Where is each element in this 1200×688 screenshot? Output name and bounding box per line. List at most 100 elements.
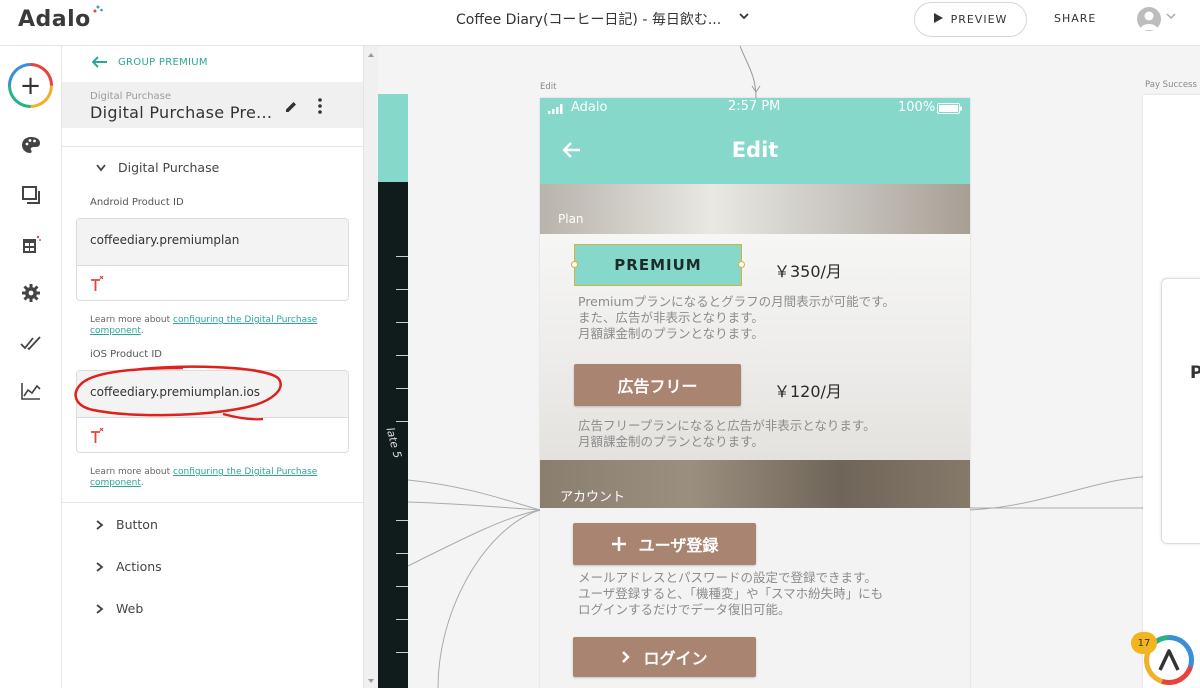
android-product-id-label: Android Product ID: [90, 197, 184, 208]
component-header: Digital Purchase Digital Purchase Pre...: [62, 82, 363, 128]
register-button[interactable]: ユーザ登録: [573, 523, 756, 565]
edit-screen[interactable]: Adalo 2:57 PM 100% Edit Plan PREMIUM ￥35…: [540, 98, 970, 688]
section-digital-purchase[interactable]: Digital Purchase: [96, 160, 219, 175]
component-type: Digital Purchase: [90, 91, 172, 102]
register-label: ユーザ登録: [638, 536, 719, 555]
scroll-up-icon[interactable]: [364, 50, 378, 60]
ios-product-id-value[interactable]: coffeediary.premiumplan.ios: [77, 371, 348, 418]
magic-text-icon[interactable]: [89, 427, 105, 445]
chevron-down-icon[interactable]: [738, 10, 750, 26]
desc-line: 月額課金制のプランとなります。: [578, 434, 764, 449]
component-name[interactable]: Digital Purchase Pre...: [90, 103, 272, 122]
preview-button[interactable]: PREVIEW: [914, 2, 1027, 37]
account-chevron-down-icon[interactable]: [1166, 12, 1176, 23]
desc-line: 月額課金制のプランとなります。: [578, 326, 764, 341]
pencil-edit-icon[interactable]: [284, 100, 298, 114]
chevron-down-icon: [96, 163, 106, 171]
chevron-right-icon: [96, 519, 104, 530]
ruler-tick: [396, 388, 408, 389]
add-component-button[interactable]: +: [8, 63, 53, 108]
login-label: ログイン: [643, 649, 708, 668]
signal-icon: [548, 104, 563, 114]
left-screen-thumbnail[interactable]: [378, 94, 408, 688]
left-toolbar: +: [0, 46, 62, 688]
notification-badge[interactable]: 17: [1131, 632, 1157, 654]
adalo-logo[interactable]: Adalo: [18, 7, 91, 32]
register-description: メールアドレスとパスワードの設定で登録できます。 ユーザ登録すると、「機種変」や…: [578, 570, 883, 618]
database-icon[interactable]: [20, 234, 42, 256]
desc-line: メールアドレスとパスワードの設定で登録できます。: [578, 570, 877, 585]
section-button[interactable]: Button: [96, 517, 158, 532]
panel-scrollbar[interactable]: [363, 46, 378, 688]
resize-handle[interactable]: [738, 261, 745, 268]
plus-icon: +: [11, 66, 50, 105]
ruler-tick: [396, 322, 408, 323]
back-to-group-link[interactable]: GROUP PREMIUM: [92, 56, 208, 68]
learn-suffix: .: [140, 478, 144, 488]
android-product-id-field[interactable]: coffeediary.premiumplan: [76, 218, 349, 301]
ruler-tick: [396, 520, 408, 521]
adfree-price: ￥120/月: [774, 382, 842, 401]
divider: [62, 146, 363, 147]
settings-gear-icon[interactable]: [20, 282, 42, 304]
share-button[interactable]: SHARE: [1054, 12, 1096, 25]
login-button[interactable]: ログイン: [573, 637, 756, 677]
battery-percent: 100%: [898, 100, 936, 115]
plan-label: Plan: [558, 212, 584, 226]
screens-icon[interactable]: [20, 184, 42, 206]
plus-icon: [611, 537, 626, 551]
desc-line: ユーザ登録すると、「機種変」や「スマホ紛失時」にも: [578, 586, 884, 601]
section-label: Button: [116, 517, 158, 532]
learn-prefix: Learn more about: [90, 467, 174, 477]
plan-header-image: Plan: [540, 184, 970, 234]
app-bar: Edit: [540, 118, 970, 184]
project-title[interactable]: Coffee Diary(コーヒー日記) - 毎日飲む...: [456, 9, 721, 29]
component-settings-panel: GROUP PREMIUM Digital Purchase Digital P…: [62, 46, 363, 688]
left-screen-header: [378, 94, 408, 182]
carrier-name: Adalo: [571, 100, 608, 115]
premium-description: Premiumプランになるとグラフの月間表示が可能です。 また、広告が非表示とな…: [578, 294, 895, 342]
desc-line: Premiumプランになるとグラフの月間表示が可能です。: [578, 294, 895, 309]
learn-suffix: .: [140, 326, 144, 336]
section-label: Actions: [116, 559, 162, 574]
adfree-label: 広告フリー: [617, 377, 698, 396]
screen-label-edit[interactable]: Edit: [540, 82, 556, 92]
card-letter: P: [1190, 363, 1200, 383]
ruler-tick: [396, 421, 408, 422]
screen-label-pay-success[interactable]: Pay Success: [1145, 80, 1197, 90]
status-bar: Adalo 2:57 PM 100%: [540, 98, 970, 118]
desc-line: また、広告が非表示となります。: [578, 310, 764, 325]
chevron-right-icon: [96, 561, 104, 572]
more-vertical-icon[interactable]: [316, 97, 324, 115]
status-time: 2:57 PM: [728, 99, 781, 114]
back-label: GROUP PREMIUM: [118, 56, 208, 68]
scroll-down-icon[interactable]: [364, 676, 378, 686]
analytics-chart-icon[interactable]: [20, 380, 42, 402]
premium-purchase-button[interactable]: PREMIUM: [574, 244, 742, 286]
palette-icon[interactable]: [20, 134, 42, 156]
adfree-description: 広告フリープランになると広告が非表示となります。 月額課金制のプランとなります。: [578, 418, 876, 450]
pay-success-card[interactable]: P: [1161, 278, 1200, 544]
preview-label: PREVIEW: [950, 13, 1008, 26]
divider: [62, 502, 363, 503]
ios-product-id-field[interactable]: coffeediary.premiumplan.ios: [76, 370, 349, 453]
play-icon: [933, 13, 943, 26]
user-avatar-icon[interactable]: [1137, 7, 1161, 31]
screen-title: Edit: [731, 138, 779, 162]
publish-double-check-icon[interactable]: [20, 332, 42, 354]
account-label: アカウント: [560, 490, 626, 505]
desc-line: ログインするだけでデータ復旧可能。: [578, 602, 791, 617]
design-canvas[interactable]: late 5 Edit Pay Success Adalo 2:57 PM 10…: [378, 46, 1200, 688]
ios-learn-more: Learn more about configuring the Digital…: [90, 467, 350, 489]
ios-product-id-label: iOS Product ID: [90, 349, 162, 360]
battery-icon: [937, 103, 962, 114]
adfree-purchase-button[interactable]: 広告フリー: [574, 364, 741, 406]
magic-text-icon[interactable]: [89, 275, 105, 293]
section-web[interactable]: Web: [96, 601, 143, 616]
premium-price: ￥350/月: [774, 262, 842, 281]
ruler-tick: [396, 289, 408, 290]
premium-label: PREMIUM: [614, 256, 702, 274]
section-actions[interactable]: Actions: [96, 559, 162, 574]
resize-handle[interactable]: [571, 261, 578, 268]
android-product-id-value[interactable]: coffeediary.premiumplan: [77, 219, 348, 266]
